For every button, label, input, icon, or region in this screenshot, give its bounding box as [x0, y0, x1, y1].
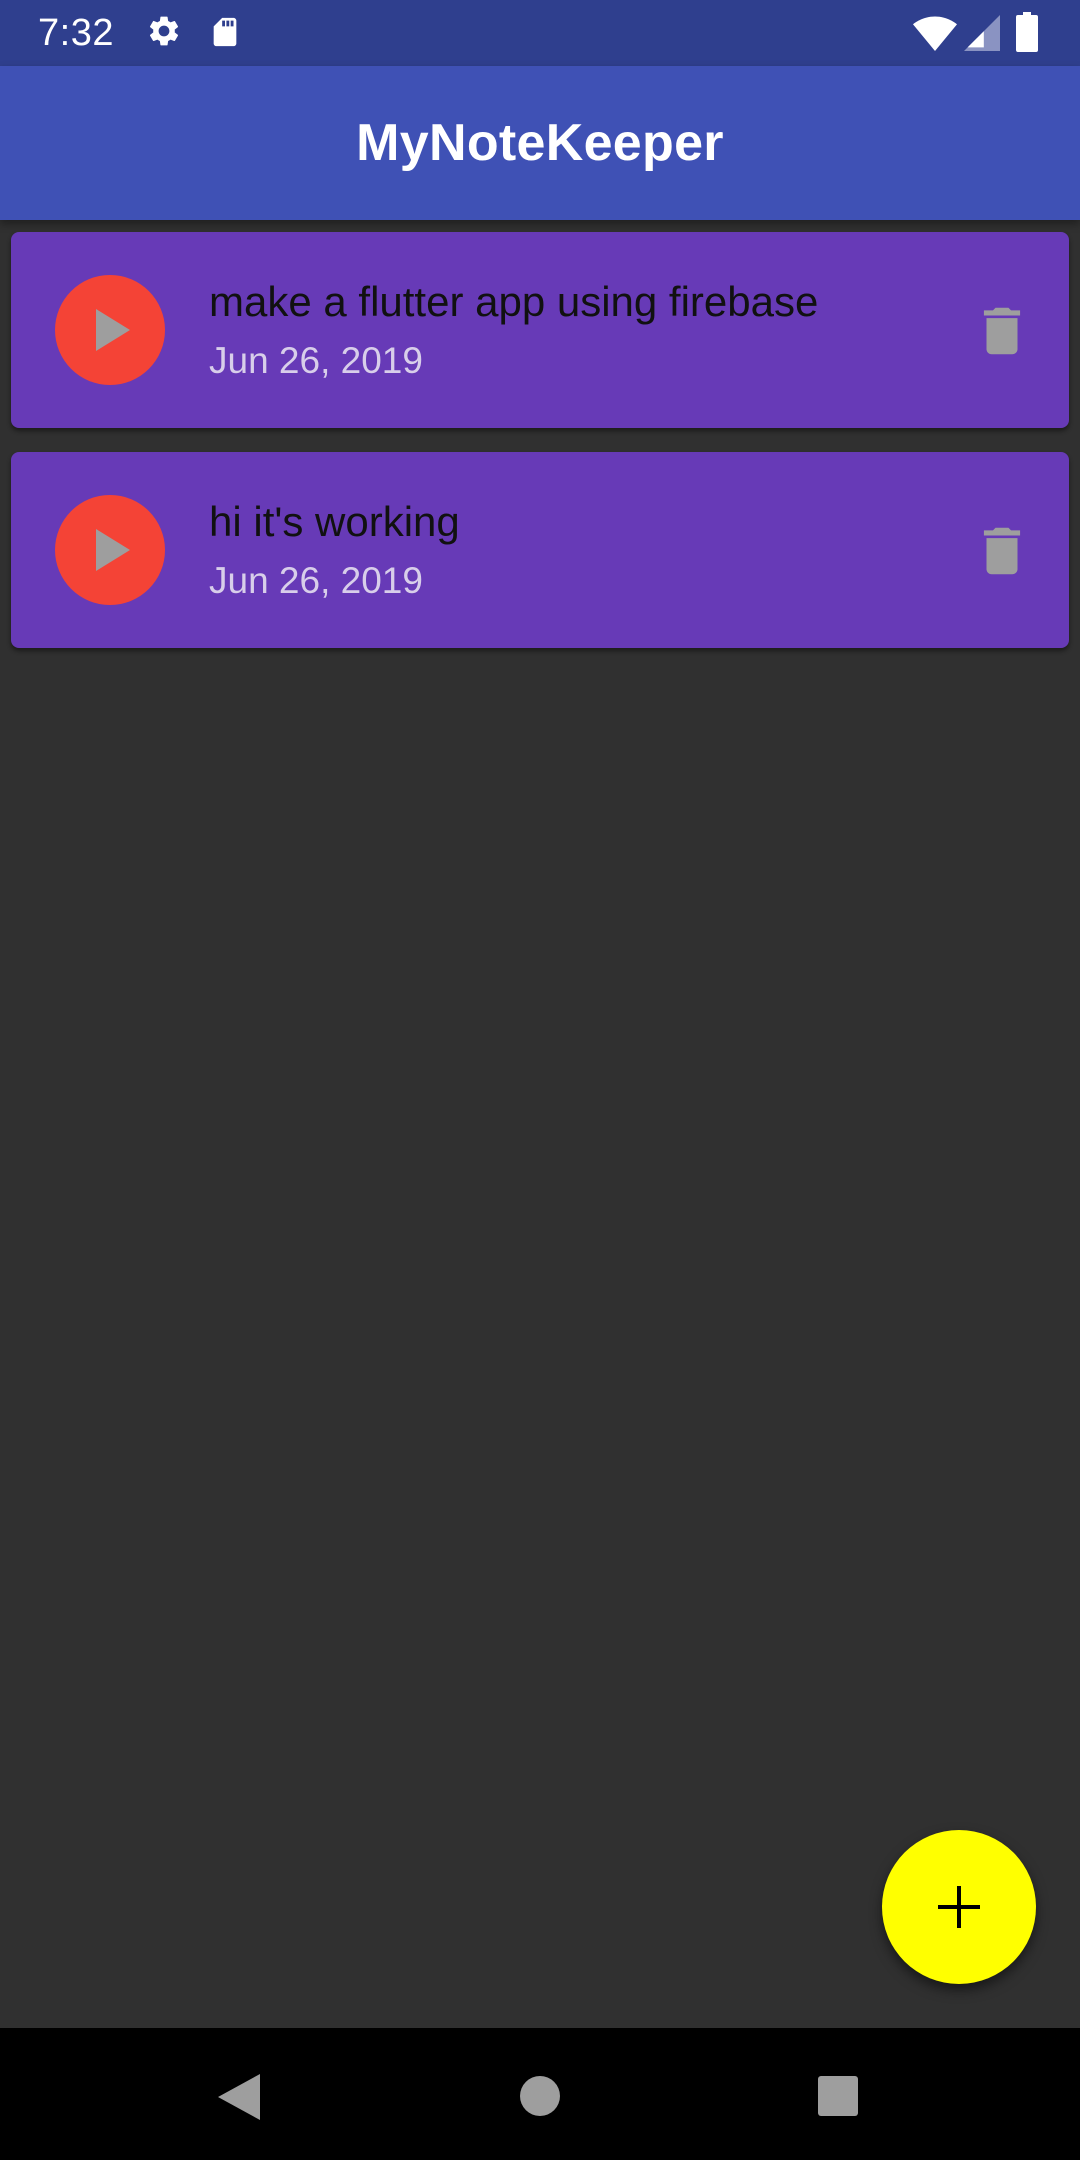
status-time: 7:32	[38, 12, 114, 54]
app-bar: MyNoteKeeper	[0, 66, 1080, 220]
delete-icon[interactable]	[971, 300, 1033, 367]
wifi-icon	[912, 14, 958, 57]
add-note-button[interactable]	[882, 1830, 1036, 1984]
add-icon	[938, 1886, 980, 1928]
play-avatar[interactable]	[55, 275, 165, 385]
gear-icon	[146, 13, 182, 54]
note-card[interactable]: make a flutter app using firebase Jun 26…	[11, 232, 1069, 428]
battery-icon	[1016, 12, 1038, 57]
status-bar: 7:32	[0, 0, 1080, 66]
note-title: hi it's working	[209, 498, 460, 545]
note-card[interactable]: hi it's working Jun 26, 2019	[11, 452, 1069, 648]
note-date: Jun 26, 2019	[209, 560, 423, 601]
app-title: MyNoteKeeper	[356, 114, 724, 172]
back-icon[interactable]	[218, 2074, 260, 2125]
notes-list: make a flutter app using firebase Jun 26…	[11, 232, 1069, 672]
signal-icon	[964, 14, 1000, 57]
note-date: Jun 26, 2019	[209, 340, 423, 381]
home-icon[interactable]	[520, 2076, 560, 2121]
play-avatar[interactable]	[55, 495, 165, 605]
sd-card-icon	[208, 13, 242, 56]
play-icon	[96, 309, 130, 351]
recents-icon[interactable]	[818, 2076, 858, 2121]
system-nav-bar	[0, 2028, 1080, 2160]
play-icon	[96, 529, 130, 571]
note-title: make a flutter app using firebase	[209, 278, 819, 325]
delete-icon[interactable]	[971, 520, 1033, 587]
